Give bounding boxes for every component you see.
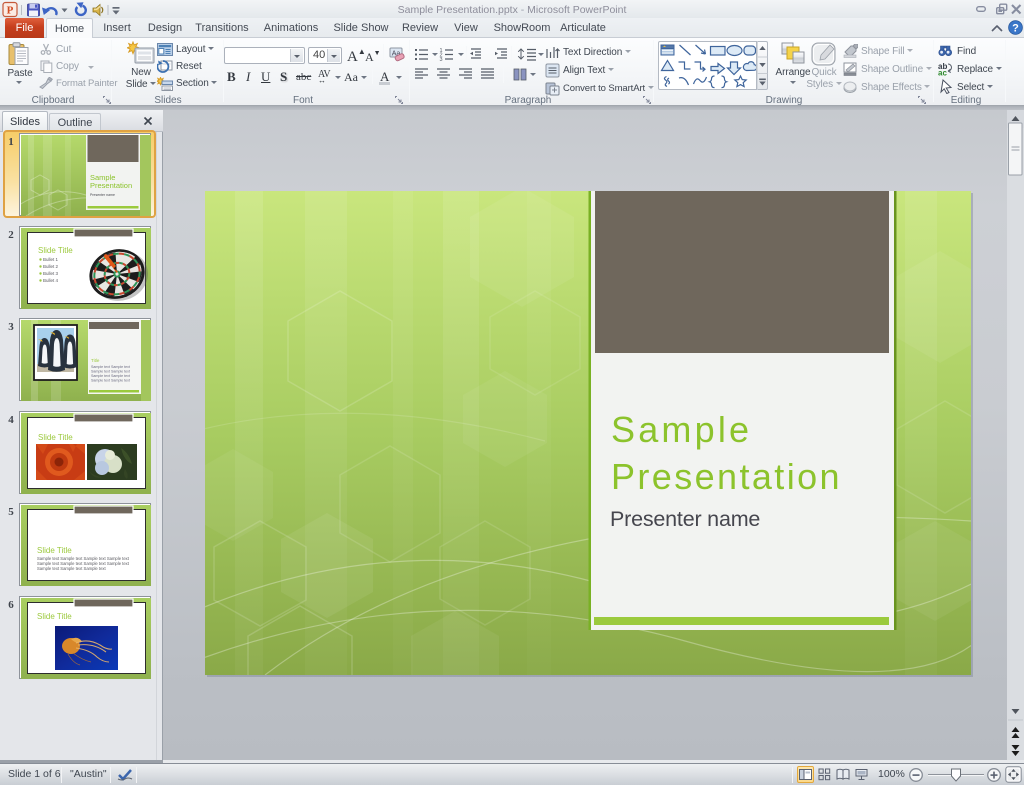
svg-text:Sample text Sample text: Sample text Sample text [91,374,130,378]
svg-text:Presentation: Presentation [90,181,132,190]
svg-text:?: ? [1012,23,1019,35]
svg-text:Bullet 3: Bullet 3 [43,271,59,276]
svg-text:Sample text Sample text: Sample text Sample text [91,369,130,373]
svg-text:ac: ac [938,69,947,77]
svg-text:Slide Title: Slide Title [38,433,73,442]
svg-text:Slide Title: Slide Title [38,246,73,255]
svg-text:Sample text Sample text: Sample text Sample text [91,378,130,382]
svg-text:P: P [7,5,14,17]
svg-text:Bullet 2: Bullet 2 [43,264,59,269]
svg-text:Title: Title [91,358,100,363]
svg-text:Slide Title: Slide Title [37,612,72,621]
svg-text:Sample text Sample text: Sample text Sample text [91,365,130,369]
svg-text:Bullet 4: Bullet 4 [43,278,59,283]
svg-text:Presenter name: Presenter name [90,193,115,197]
svg-text:Bullet 1: Bullet 1 [43,257,59,262]
svg-text:Presenter name: Presenter name [610,507,760,531]
svg-text:Presentation: Presentation [611,456,842,497]
svg-text:Sample: Sample [611,409,752,450]
svg-text:3: 3 [440,57,443,62]
svg-text:Sample text Sample text Sample: Sample text Sample text Sample text [37,566,106,571]
svg-text:Slide Title: Slide Title [37,546,72,555]
